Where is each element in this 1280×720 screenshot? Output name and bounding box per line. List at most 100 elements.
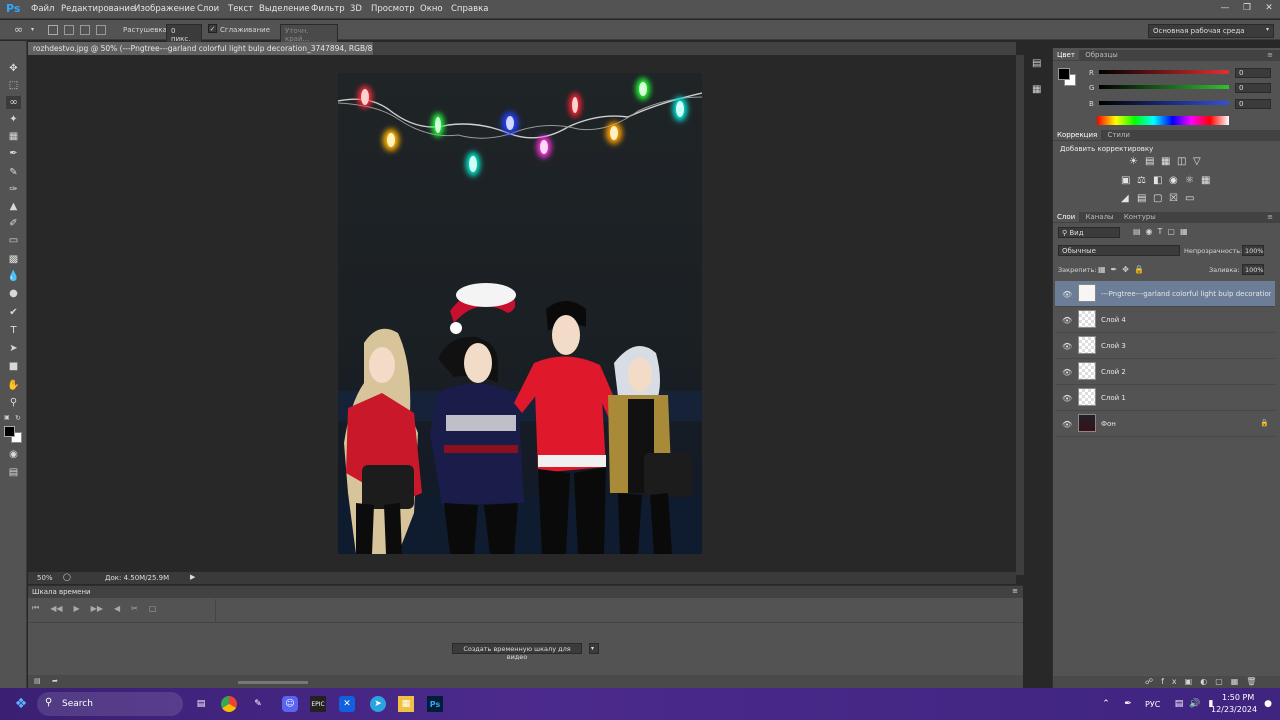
gradient-map-icon[interactable]: ▭ bbox=[1185, 193, 1194, 204]
black-white-icon[interactable]: ◧ bbox=[1153, 175, 1162, 186]
levels-icon[interactable]: ▤ bbox=[1145, 156, 1154, 167]
panel-menu-icon[interactable]: ≡ bbox=[1263, 212, 1277, 222]
menu-filter[interactable]: Фильтр bbox=[311, 4, 345, 14]
red-value-input[interactable]: 0 bbox=[1235, 68, 1271, 78]
layer-row[interactable]: 👁 Слой 2 bbox=[1055, 359, 1275, 385]
timeline-convert-icon[interactable]: ▤ bbox=[34, 677, 41, 685]
visibility-eye-icon[interactable]: 👁 bbox=[1062, 394, 1072, 403]
add-selection-icon[interactable] bbox=[64, 25, 74, 35]
hue-saturation-icon[interactable]: ▣ bbox=[1121, 175, 1130, 186]
threshold-icon[interactable]: ▢ bbox=[1153, 193, 1162, 204]
status-menu-arrow-icon[interactable]: ▶ bbox=[190, 573, 195, 581]
visibility-eye-icon[interactable]: 👁 bbox=[1062, 290, 1072, 299]
layer-row[interactable]: 👁 Слой 3 bbox=[1055, 333, 1275, 359]
notepad-icon[interactable]: ✎ bbox=[250, 696, 266, 712]
tab-channels[interactable]: Каналы bbox=[1081, 212, 1117, 222]
fill-input[interactable]: 100% bbox=[1242, 264, 1264, 275]
selective-color-icon[interactable]: ☒ bbox=[1169, 193, 1178, 204]
blend-mode-select[interactable]: Обычные bbox=[1058, 245, 1180, 256]
visibility-eye-icon[interactable]: 👁 bbox=[1062, 342, 1072, 351]
zoom-icon[interactable]: ◯ bbox=[63, 573, 71, 581]
menu-window[interactable]: Окно bbox=[420, 4, 443, 14]
quick-mask-icon[interactable]: ◉ bbox=[6, 448, 21, 461]
move-tool-icon[interactable]: ✥ bbox=[6, 62, 21, 75]
vertical-scrollbar[interactable] bbox=[1016, 55, 1024, 575]
layer-row[interactable]: 👁 Слой 4 bbox=[1055, 307, 1275, 333]
play-icon[interactable]: ▶ bbox=[74, 604, 80, 613]
tab-paths[interactable]: Контуры bbox=[1120, 212, 1160, 222]
visibility-eye-icon[interactable]: 👁 bbox=[1062, 316, 1072, 325]
exposure-icon[interactable]: ◫ bbox=[1177, 156, 1186, 167]
task-view-icon[interactable]: ▤ bbox=[193, 696, 209, 712]
layer-row[interactable]: 👁 ---Pngtree---garland colorful light bu… bbox=[1055, 281, 1275, 307]
path-select-tool-icon[interactable]: ➤ bbox=[6, 342, 21, 355]
discord-icon[interactable]: ☺ bbox=[282, 696, 298, 712]
lasso-tool-icon[interactable]: ∞ bbox=[6, 96, 21, 109]
foreground-color-swatch[interactable] bbox=[1058, 68, 1070, 80]
menu-edit[interactable]: Редактирование bbox=[61, 4, 135, 14]
create-timeline-button[interactable]: Создать временную шкалу для видео bbox=[452, 643, 582, 661]
previous-frame-icon[interactable]: ◀◀ bbox=[50, 604, 62, 613]
channel-mixer-icon[interactable]: ⚛ bbox=[1185, 175, 1194, 186]
audio-icon[interactable]: ◀ bbox=[114, 604, 120, 613]
minimize-icon[interactable]: — bbox=[1214, 0, 1236, 16]
invert-icon[interactable]: ◢ bbox=[1121, 193, 1129, 204]
shape-tool-icon[interactable]: ■ bbox=[6, 360, 21, 373]
tray-chevron-icon[interactable]: ⌃ bbox=[1098, 696, 1114, 712]
chrome-icon[interactable] bbox=[221, 696, 237, 712]
layer-filter-select[interactable]: ⚲ Вид bbox=[1058, 227, 1120, 238]
menu-layers[interactable]: Слои bbox=[197, 4, 219, 14]
zoom-tool-icon[interactable]: ⚲ bbox=[6, 396, 21, 409]
healing-brush-tool-icon[interactable]: ✎ bbox=[6, 166, 21, 179]
default-colors-icon[interactable]: ▣ bbox=[4, 414, 10, 421]
layer-filter-icons[interactable]: ▤◉T▢▦ bbox=[1133, 227, 1193, 236]
zoom-level[interactable]: 50% bbox=[37, 574, 53, 582]
brightness-icon[interactable]: ☀ bbox=[1129, 156, 1138, 167]
clock-date[interactable]: 12/23/2024 bbox=[1211, 705, 1257, 714]
transition-icon[interactable]: ▢ bbox=[149, 604, 157, 613]
close-icon[interactable]: ✕ bbox=[1258, 0, 1280, 16]
tab-swatches[interactable]: Образцы bbox=[1081, 50, 1122, 60]
language-indicator[interactable]: РУС bbox=[1145, 700, 1160, 709]
split-icon[interactable]: ✂ bbox=[131, 604, 138, 613]
swap-colors-icon[interactable]: ↻ bbox=[15, 414, 21, 422]
type-tool-icon[interactable]: T bbox=[6, 324, 21, 337]
document-canvas[interactable] bbox=[337, 73, 703, 554]
foreground-color-swatch[interactable] bbox=[4, 426, 15, 437]
timeline-zoom-slider[interactable] bbox=[238, 681, 308, 684]
tab-adjustments[interactable]: Коррекция bbox=[1053, 130, 1102, 140]
eraser-tool-icon[interactable]: ▭ bbox=[6, 234, 21, 247]
new-selection-icon[interactable] bbox=[48, 25, 58, 35]
subtract-selection-icon[interactable] bbox=[80, 25, 90, 35]
layer-row[interactable]: 👁 Слой 1 bbox=[1055, 385, 1275, 411]
panel-menu-icon[interactable]: ≡ bbox=[1263, 50, 1277, 60]
eyedropper-tool-icon[interactable]: ✒ bbox=[6, 147, 21, 160]
brush-tool-icon[interactable]: ✑ bbox=[6, 183, 21, 196]
history-panel-icon[interactable]: ▤ bbox=[1032, 58, 1041, 69]
posterize-icon[interactable]: ▤ bbox=[1137, 193, 1146, 204]
chevron-down-icon[interactable]: ▾ bbox=[31, 26, 34, 33]
intersect-selection-icon[interactable] bbox=[96, 25, 106, 35]
timeline-render-icon[interactable]: ➦ bbox=[52, 677, 58, 685]
network-icon[interactable]: ▤ bbox=[1171, 696, 1187, 712]
epic-games-icon[interactable]: EPIC bbox=[310, 696, 326, 712]
antialias-checkbox[interactable]: ✓ bbox=[208, 24, 217, 33]
file-explorer-icon[interactable]: ▦ bbox=[398, 696, 414, 712]
telegram-icon[interactable]: ➤ bbox=[370, 696, 386, 712]
timeline-options-dropdown[interactable]: ▾ bbox=[589, 643, 599, 654]
search-box[interactable]: ⚲ Search bbox=[37, 692, 183, 716]
red-slider[interactable] bbox=[1099, 70, 1229, 74]
xbox-icon[interactable]: ✕ bbox=[339, 696, 355, 712]
history-brush-tool-icon[interactable]: ✐ bbox=[6, 217, 21, 230]
properties-panel-icon[interactable]: ▦ bbox=[1032, 84, 1041, 95]
visibility-eye-icon[interactable]: 👁 bbox=[1062, 420, 1072, 429]
clock-time[interactable]: 1:50 PM bbox=[1222, 693, 1254, 702]
tab-styles[interactable]: Стили bbox=[1103, 130, 1134, 140]
curves-icon[interactable]: ▦ bbox=[1161, 156, 1170, 167]
menu-type[interactable]: Текст bbox=[228, 4, 253, 14]
color-balance-icon[interactable]: ⚖ bbox=[1137, 175, 1146, 186]
green-value-input[interactable]: 0 bbox=[1235, 83, 1271, 93]
blue-slider[interactable] bbox=[1099, 101, 1229, 105]
menu-image[interactable]: Изображение bbox=[134, 4, 195, 14]
dodge-tool-icon[interactable]: ● bbox=[6, 287, 21, 300]
